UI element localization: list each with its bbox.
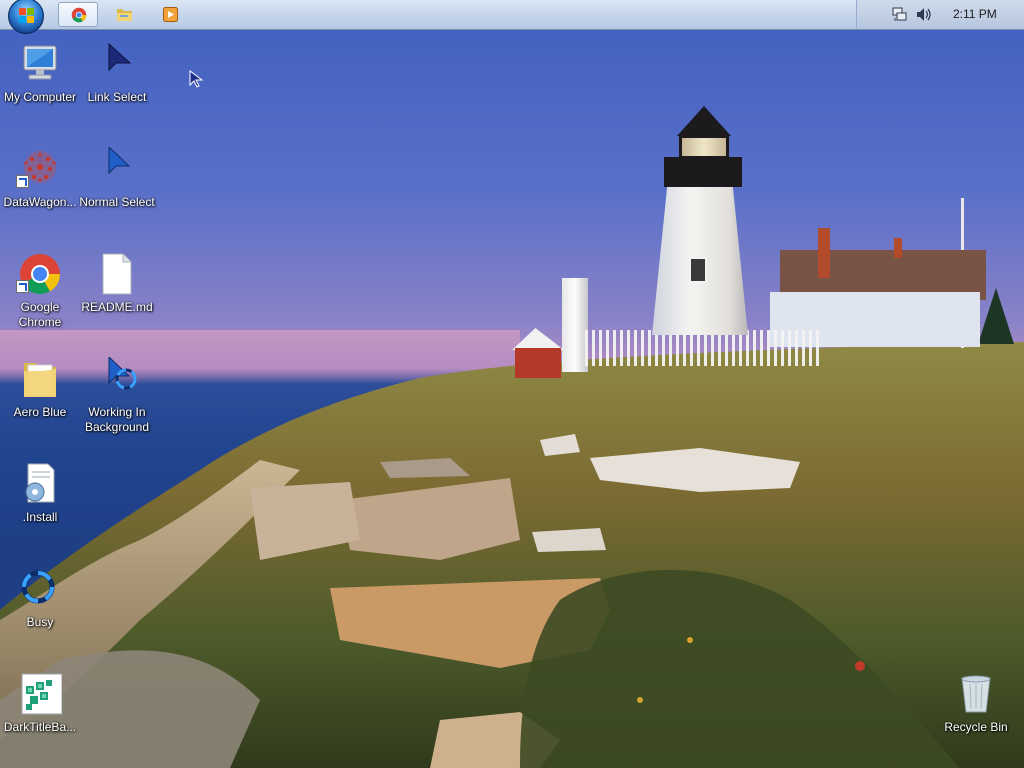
start-button[interactable] [8,0,44,34]
chrome-taskbar-button[interactable] [58,2,98,27]
taskbar: 2:11 PM [0,0,1024,34]
desktop-icon-label: DarkTitleBa... [3,720,77,734]
desktop-icon-working-in-background[interactable]: Working In Background [77,353,157,434]
desktop-icon-aero-blue[interactable]: Aero Blue [0,353,80,433]
desktop-icon-google-chrome[interactable]: Google Chrome [0,248,80,329]
desktop-icon-install[interactable]: .Install [0,458,80,538]
folder-icon [24,363,56,397]
recycle-bin-icon [961,675,991,713]
desktop-icon-datawagon[interactable]: DataWagon... [0,143,80,223]
wallpaper-fence [585,330,820,366]
wallpaper-chimney [818,228,830,278]
desktop-icon-darktitlebar[interactable]: DarkTitleBa... [0,668,80,748]
wallpaper-lighthouse-lantern [679,135,729,159]
document-icon [102,253,132,295]
desktop-icon-label: Link Select [87,90,147,104]
desktop-icon-label: Normal Select [79,195,155,209]
desktop-icon-label: Working In Background [84,405,150,434]
desktop-icon-label: Google Chrome [18,300,62,329]
wallpaper-chimney [894,238,902,258]
notification-area: 2:11 PM [856,0,1024,29]
desktop[interactable]: My Computer Link Select DataWagon... Nor… [0,0,1024,768]
desktop-icon-link-select[interactable]: Link Select [77,38,157,118]
desktop-icon-normal-select[interactable]: Normal Select [77,143,157,223]
media-player-icon [163,7,178,22]
folder-icon [117,9,132,21]
dark-title-bar-icon [21,673,62,715]
desktop-icon-my-computer[interactable]: My Computer [0,38,80,118]
chrome-icon [71,7,87,23]
volume-icon[interactable] [916,7,932,22]
desktop-icon-label: README.md [81,300,153,314]
wallpaper-lighthouse-window [689,257,707,283]
desktop-icon-label: Busy [26,615,54,629]
desktop-icon-label: Aero Blue [13,405,67,419]
computer-icon [23,45,57,80]
windows-logo-icon [19,8,35,24]
desktop-icon-label: DataWagon... [3,195,77,209]
mouse-pointer-icon [189,70,204,88]
cursor-arrow-icon [108,147,131,175]
explorer-taskbar-button[interactable] [104,2,144,27]
network-icon[interactable] [892,7,907,22]
desktop-icon-readme[interactable]: README.md [77,248,157,328]
wallpaper-shed [515,348,561,378]
clock[interactable]: 2:11 PM [953,7,997,21]
busy-cursor-icon [108,357,137,390]
shortcut-arrow-icon [16,280,29,293]
desktop-icon-label: Recycle Bin [944,720,1008,734]
desktop-icon-recycle-bin[interactable]: Recycle Bin [936,668,1016,748]
install-icon [25,463,55,503]
busy-cursor-icon [21,570,55,604]
desktop-icon-busy[interactable]: Busy [0,563,80,643]
shortcut-arrow-icon [16,175,29,188]
desktop-icon-label: .Install [22,510,58,524]
media-player-taskbar-button[interactable] [150,2,190,27]
cursor-arrow-icon [108,42,132,72]
desktop-icon-label: My Computer [3,90,77,104]
wallpaper-lighthouse-gallery [664,157,742,187]
